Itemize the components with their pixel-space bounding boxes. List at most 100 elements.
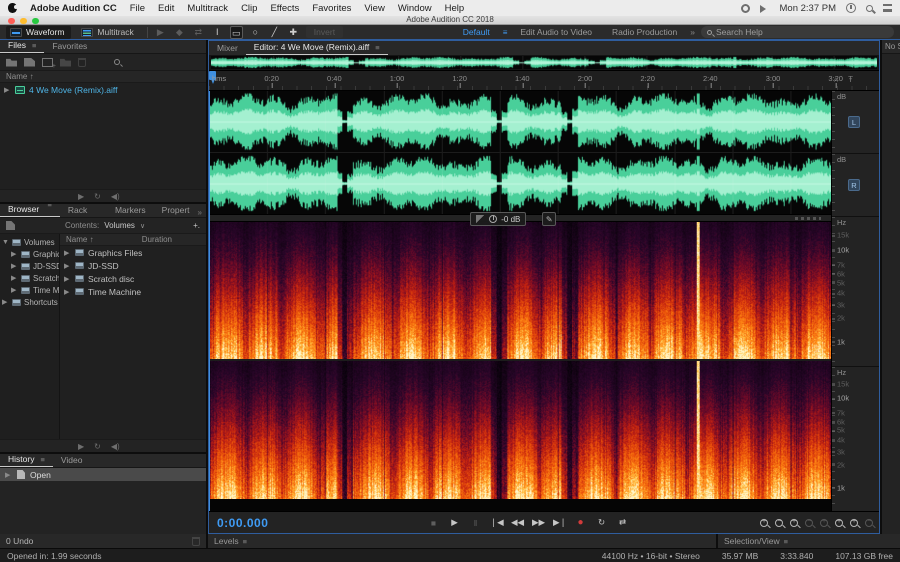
panel-menu-icon[interactable]: ≡	[40, 455, 44, 464]
menu-view[interactable]: View	[364, 3, 384, 14]
timeline-ruler[interactable]: hms 0:20 0:40 1:00 1:20 1:40 2:00 2:20 2…	[209, 71, 879, 91]
volume-row[interactable]: ▶ Graphics Files	[60, 246, 206, 259]
tab-media-browser[interactable]: Media Browser≡	[0, 204, 60, 217]
app-menu-title[interactable]: Adobe Audition CC	[30, 3, 117, 14]
hud-edit-icon[interactable]: ✎	[542, 212, 557, 226]
import-file-icon[interactable]	[24, 57, 35, 67]
trash-icon[interactable]	[192, 536, 200, 546]
zoom-in-at-out-point-button[interactable]	[850, 518, 858, 527]
tab-video[interactable]: Video	[53, 454, 91, 467]
search-help-input[interactable]: Search Help	[701, 26, 894, 38]
tab-favorites[interactable]: Favorites	[44, 40, 95, 53]
pause-button[interactable]: ‖	[469, 518, 482, 528]
tab-selection-view[interactable]: Selection/View	[724, 536, 780, 546]
volume-hud[interactable]: -0 dB	[470, 212, 527, 226]
waveform-overview[interactable]	[209, 55, 879, 71]
db-scale-left[interactable]: dB L	[832, 91, 879, 154]
lasso-selection-tool-icon[interactable]: ○	[249, 27, 262, 37]
skip-selection-button[interactable]: ⇄	[616, 517, 629, 528]
menu-favorites[interactable]: Favorites	[312, 3, 351, 14]
tab-history[interactable]: History ≡	[0, 454, 53, 467]
notification-center-icon[interactable]	[883, 4, 892, 12]
paintbrush-selection-tool-icon[interactable]: ╱	[268, 27, 281, 38]
menu-window[interactable]: Window	[398, 3, 432, 14]
menubar-clock[interactable]: Mon 2:37 PM	[780, 3, 837, 14]
panel-menu-icon[interactable]: ≡	[47, 204, 51, 209]
tab-files[interactable]: Files ≡	[0, 40, 45, 53]
multitrack-view-button[interactable]: Multitrack	[77, 26, 140, 39]
invert-button[interactable]: Invert	[305, 26, 344, 38]
time-machine-icon[interactable]	[846, 3, 856, 13]
workspace-default[interactable]: Default	[456, 27, 497, 37]
open-file-icon[interactable]	[6, 58, 17, 67]
menu-effects[interactable]: Effects	[270, 3, 299, 14]
spot-healing-brush-tool-icon[interactable]: ✚	[287, 27, 300, 38]
spotlight-icon[interactable]	[866, 4, 873, 12]
files-loop-icon[interactable]: ↻	[94, 192, 101, 201]
filter-icon[interactable]	[6, 221, 15, 230]
zoom-reset-button[interactable]	[865, 518, 873, 527]
collapsed-right-panel[interactable]: No S	[882, 40, 900, 534]
right-panel-tab[interactable]: No S	[882, 40, 900, 54]
menu-help[interactable]: Help	[445, 3, 465, 14]
volume-row[interactable]: ▶ Time Machine	[60, 285, 206, 298]
files-autoplay-icon[interactable]: ◀)	[111, 192, 120, 201]
spectrogram-display-left[interactable]	[209, 221, 831, 359]
files-name-header[interactable]: Name ↑	[6, 72, 34, 81]
dropdown-caret-icon[interactable]: ∨	[140, 222, 145, 230]
menu-edit[interactable]: Edit	[158, 3, 174, 14]
loop-playback-button[interactable]: ↻	[595, 517, 608, 528]
rewind-button[interactable]: ◀◀	[511, 517, 524, 528]
media-play-icon[interactable]: ▶	[78, 442, 84, 451]
razor-tool-icon[interactable]: ◆	[173, 27, 186, 38]
tree-item-volumes[interactable]: ▼ Volumes	[0, 236, 59, 248]
volume-row[interactable]: ▶ JD-SSD	[60, 259, 206, 272]
waveform-view-button[interactable]: Waveform	[6, 25, 72, 39]
move-tool-icon[interactable]: ▶	[154, 27, 167, 38]
tree-item[interactable]: ▶ Scratch disc	[0, 272, 59, 284]
slip-tool-icon[interactable]: ⇄	[192, 27, 205, 38]
panel-menu-icon[interactable]: ≡	[375, 43, 379, 52]
file-row[interactable]: ▶ 4 We Move (Remix).aiff	[0, 83, 206, 96]
tab-editor[interactable]: Editor: 4 We Move (Remix).aiff ≡	[245, 41, 388, 55]
tab-properties[interactable]: Propert	[154, 204, 198, 217]
zoom-out-amplitude-button[interactable]	[805, 518, 813, 527]
window-titlebar[interactable]: Adobe Audition CC 2018	[0, 15, 900, 25]
expand-caret-icon[interactable]: ▶	[4, 86, 11, 94]
tab-markers[interactable]: Markers	[107, 204, 154, 217]
loop-display-icon[interactable]: ∩	[833, 75, 839, 84]
add-shortcut-icon[interactable]: +.	[193, 221, 200, 230]
db-scale-right[interactable]: dB R	[832, 153, 879, 218]
zoom-in-time-button[interactable]	[760, 518, 768, 527]
time-display[interactable]: 0:00.000	[217, 516, 268, 530]
levels-panel-bar[interactable]: Levels ≡	[208, 534, 716, 548]
volume-icon[interactable]	[759, 4, 770, 13]
media-duration-header[interactable]: Duration	[142, 235, 200, 244]
tree-item[interactable]: ▶ JD-SSD	[0, 260, 59, 272]
tree-item[interactable]: ▶ Time Machine	[0, 284, 59, 296]
hz-scale-left[interactable]: Hz 15k 10k 7k 6k 5k 4k 3k 2k 1k	[831, 217, 879, 367]
new-content-icon[interactable]	[42, 57, 56, 70]
selection-view-panel-bar[interactable]: Selection/View ≡	[718, 534, 900, 548]
menu-file[interactable]: File	[130, 3, 145, 14]
time-selection-tool-icon[interactable]: I	[211, 27, 224, 37]
tab-levels[interactable]: Levels	[214, 536, 239, 546]
tab-effects-rack[interactable]: Effects Rack	[60, 204, 107, 217]
contents-dropdown[interactable]: Volumes	[104, 221, 135, 230]
workspace-edit-audio-to-video[interactable]: Edit Audio to Video	[513, 27, 599, 37]
spectrogram-display-right[interactable]	[209, 360, 831, 499]
menu-clip[interactable]: Clip	[241, 3, 257, 14]
zoom-to-selection-button[interactable]	[820, 518, 828, 527]
playhead-line[interactable]	[209, 91, 210, 511]
workspace-radio-production[interactable]: Radio Production	[605, 27, 684, 37]
hud-volume-knob[interactable]	[489, 215, 498, 223]
panel-overflow-icon[interactable]: »	[198, 208, 206, 217]
status-display-icon[interactable]	[740, 3, 750, 13]
go-to-start-button[interactable]: ❘◀	[490, 517, 504, 528]
waveform-display-left[interactable]	[209, 91, 831, 152]
menu-multitrack[interactable]: Multitrack	[187, 3, 228, 14]
channel-right-button[interactable]: R	[848, 179, 860, 192]
go-to-end-button[interactable]: ▶❘	[553, 517, 567, 528]
apple-menu-icon[interactable]	[8, 3, 18, 13]
close-files-icon[interactable]	[78, 57, 86, 67]
